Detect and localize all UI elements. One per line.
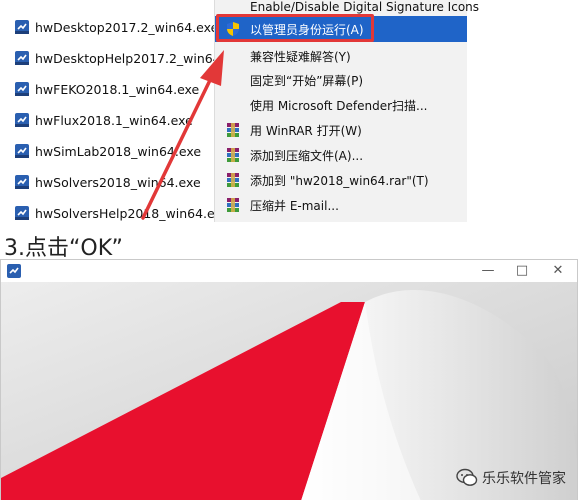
watermark-text: 乐乐软件管家 — [482, 471, 566, 487]
title-bar: — □ ✕ — [1, 260, 577, 282]
callout-arrow — [141, 50, 224, 220]
app-icon — [6, 263, 22, 279]
wechat-icon — [456, 468, 478, 488]
minimize-icon[interactable]: — — [473, 262, 503, 280]
splash-window: — □ ✕ — [0, 259, 578, 500]
close-icon[interactable]: ✕ — [543, 262, 573, 280]
maximize-icon[interactable]: □ — [507, 262, 537, 280]
watermark: 乐乐软件管家 — [456, 466, 566, 490]
step-title: 3.点击“OK” — [4, 236, 123, 261]
